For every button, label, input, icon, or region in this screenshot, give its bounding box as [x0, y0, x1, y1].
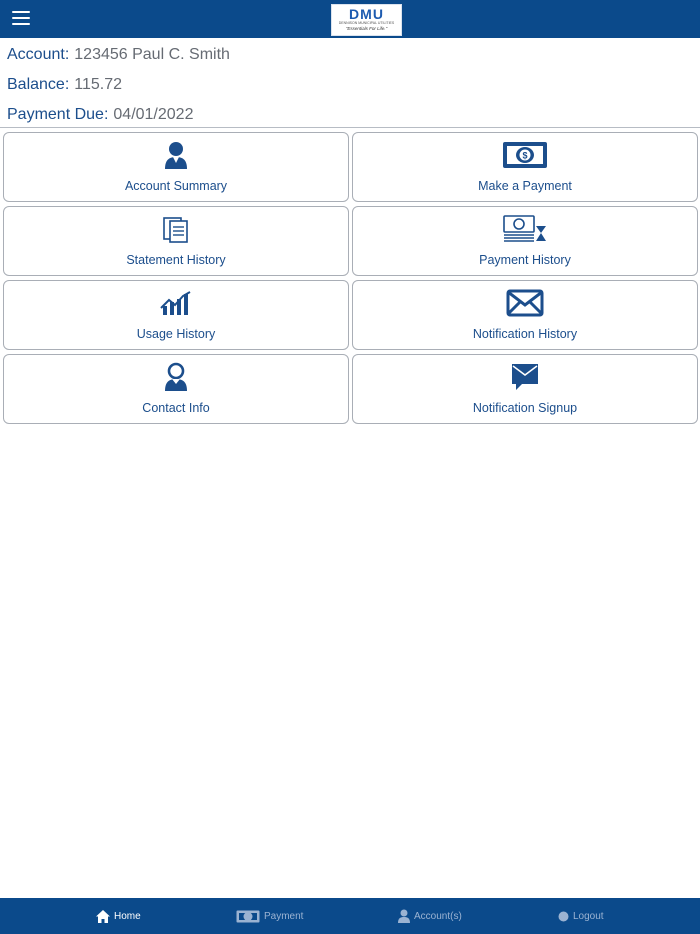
notification-history-tile[interactable]: Notification History [352, 280, 698, 350]
account-value: 123456 Paul C. Smith [74, 46, 230, 63]
payment-due-label: Payment Due: [7, 106, 109, 123]
hamburger-menu-icon[interactable] [12, 11, 30, 27]
payment-due-value: 04/01/2022 [113, 106, 194, 123]
balance-row: Balance: 115.72 [7, 70, 697, 100]
notification-signup-tile[interactable]: Notification Signup [352, 354, 698, 424]
tile-label: Notification History [472, 327, 578, 341]
nav-home[interactable]: Home [96, 898, 141, 934]
nav-payment[interactable]: Payment [236, 898, 303, 934]
nav-accounts[interactable]: Account(s) [398, 898, 462, 934]
nav-logout[interactable]: Logout [558, 898, 604, 934]
statement-history-tile[interactable]: Statement History [3, 206, 349, 276]
svg-text:$: $ [522, 151, 527, 161]
tile-label: Contact Info [142, 401, 210, 415]
money-icon [236, 910, 260, 922]
balance-value: 115.72 [74, 76, 123, 93]
contact-icon [163, 361, 189, 393]
nav-label: Account(s) [414, 910, 462, 922]
envelope-icon [506, 287, 544, 319]
usage-history-tile[interactable]: Usage History [3, 280, 349, 350]
nav-label: Payment [264, 910, 304, 922]
home-icon [96, 909, 110, 923]
money-icon: $ [502, 139, 548, 171]
tile-label: Statement History [126, 253, 226, 267]
documents-icon [162, 213, 190, 245]
logout-icon [558, 911, 569, 921]
bottom-nav: Home Payment Account(s) Logout [0, 898, 700, 934]
cash-hourglass-icon [503, 213, 547, 245]
balance-label: Balance: [7, 76, 70, 93]
account-info: Account: 123456 Paul C. Smith Balance: 1… [7, 40, 697, 130]
account-summary-tile[interactable]: Account Summary [3, 132, 349, 202]
divider [0, 127, 700, 128]
account-label: Account: [7, 46, 70, 63]
contact-info-tile[interactable]: Contact Info [3, 354, 349, 424]
account-row: Account: 123456 Paul C. Smith [7, 40, 697, 70]
tile-label: Notification Signup [472, 401, 578, 415]
top-bar: DMU DENNISON MUNICIPAL UTILITIES "Essent… [0, 0, 700, 38]
tile-label: Account Summary [124, 179, 228, 193]
payment-due-row: Payment Due: 04/01/2022 [7, 100, 697, 130]
menu-grid: Account Summary $ Make a Payment Stateme… [3, 132, 698, 424]
logo-mark: DMU [349, 6, 384, 22]
chart-icon [160, 287, 192, 319]
signup-envelope-icon [510, 361, 540, 393]
user-icon [398, 909, 410, 923]
tile-label: Usage History [136, 327, 216, 341]
user-icon [163, 139, 189, 171]
logo-tagline: "Essentials For Life." [345, 26, 388, 31]
tile-label: Payment History [479, 253, 571, 267]
payment-history-tile[interactable]: Payment History [352, 206, 698, 276]
tile-label: Make a Payment [478, 179, 572, 193]
make-payment-tile[interactable]: $ Make a Payment [352, 132, 698, 202]
dmu-logo: DMU DENNISON MUNICIPAL UTILITIES "Essent… [331, 4, 402, 36]
nav-label: Logout [573, 910, 604, 922]
nav-label: Home [114, 910, 141, 922]
